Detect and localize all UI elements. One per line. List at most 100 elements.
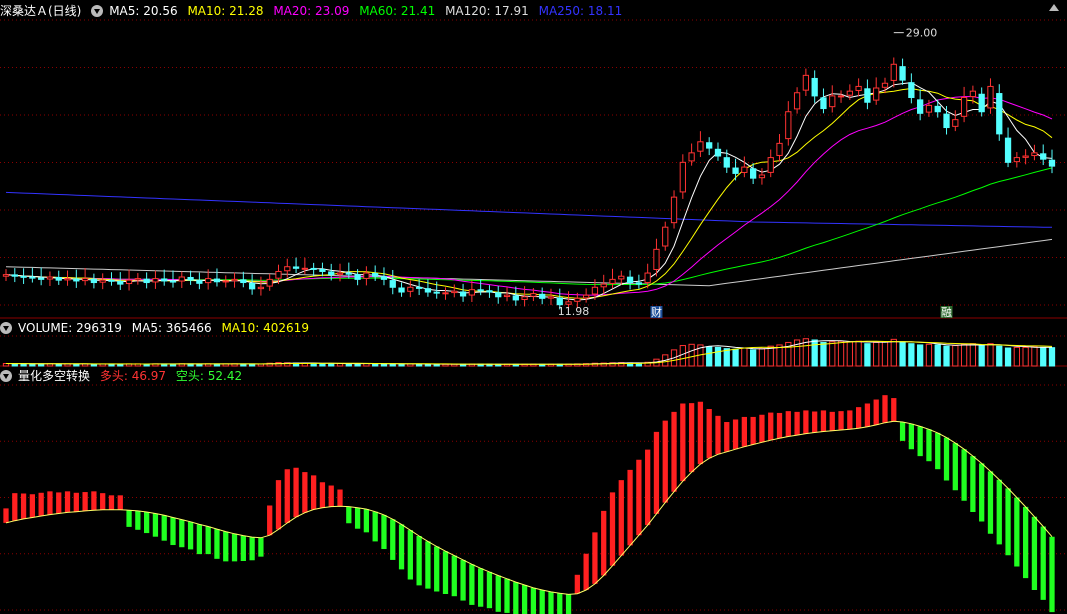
candle xyxy=(336,272,344,275)
ma20-line xyxy=(5,95,1053,296)
candle xyxy=(178,276,185,282)
candle xyxy=(55,276,62,281)
ma120-label: MA120: 17.91 xyxy=(445,4,529,18)
volume-bar xyxy=(855,340,862,367)
candle xyxy=(776,142,783,156)
candle xyxy=(688,152,695,162)
candle xyxy=(486,290,493,293)
candle xyxy=(969,90,977,98)
volume-ma5-label: MA5: 365466 xyxy=(131,321,212,335)
stock-title[interactable]: 深桑达Ａ(日线) xyxy=(0,4,81,18)
dropdown-icon[interactable] xyxy=(0,322,12,334)
volume-bar xyxy=(688,343,695,367)
candle xyxy=(319,268,326,272)
candle xyxy=(732,167,739,174)
volume-bar xyxy=(714,346,722,367)
stock-chart[interactable]: 29.00 11.98 财 融 xyxy=(0,0,1067,614)
candle xyxy=(81,278,89,282)
bull-label: 多头: 46.97 xyxy=(99,369,167,383)
volume-bar xyxy=(873,341,880,367)
candle xyxy=(662,226,669,247)
candle xyxy=(574,297,581,302)
candle xyxy=(187,276,194,281)
candle xyxy=(591,286,599,295)
candle xyxy=(266,278,273,287)
candle xyxy=(415,286,423,289)
ma250-label: MA250: 18.11 xyxy=(538,4,623,18)
price-header: 深桑达Ａ(日线) MA5: 20.56 MA10: 21.28 MA20: 23… xyxy=(0,2,628,20)
candle xyxy=(205,278,212,284)
expand-icon[interactable] xyxy=(1049,4,1059,11)
candle xyxy=(626,276,634,284)
volume-bar xyxy=(1004,347,1012,367)
candle xyxy=(706,142,713,149)
candle xyxy=(143,278,150,284)
volume-bar xyxy=(1031,346,1038,367)
candle xyxy=(539,293,546,299)
candle xyxy=(328,271,335,276)
candle xyxy=(750,168,757,179)
candle xyxy=(354,274,361,280)
candle xyxy=(213,278,221,283)
candle xyxy=(864,88,871,103)
candle xyxy=(644,272,651,283)
indicator-header: 量化多空转换 多头: 46.97 空头: 52.42 xyxy=(0,367,248,385)
volume-bar xyxy=(706,346,713,367)
volume-bar xyxy=(354,363,361,367)
candle xyxy=(372,273,379,277)
dropdown-icon[interactable] xyxy=(0,370,12,382)
candle xyxy=(389,280,396,288)
volume-label: VOLUME: 296319 xyxy=(18,321,122,335)
candle xyxy=(292,266,300,269)
candle xyxy=(1022,155,1029,158)
volume-bar xyxy=(917,344,924,367)
candle xyxy=(451,290,458,294)
candle xyxy=(99,279,106,283)
candle xyxy=(881,82,889,88)
candle xyxy=(38,277,45,280)
candle xyxy=(600,283,607,288)
volume-bar xyxy=(811,339,818,367)
candle xyxy=(890,63,897,81)
candle xyxy=(846,90,853,96)
candle xyxy=(433,291,440,294)
volume-bar xyxy=(890,338,897,367)
candle xyxy=(679,161,686,193)
volume-bar xyxy=(881,341,889,367)
volume-ma10-label: MA10: 402619 xyxy=(221,321,309,335)
candle xyxy=(987,85,994,109)
candle xyxy=(960,96,968,117)
candle xyxy=(934,105,941,113)
volume-bar xyxy=(934,344,941,367)
candle xyxy=(495,292,502,298)
candle xyxy=(301,267,308,270)
volume-bar xyxy=(952,345,959,367)
candle xyxy=(459,291,467,297)
volume-bar xyxy=(960,343,968,367)
candle xyxy=(134,278,141,281)
candle xyxy=(90,278,98,284)
volume-bar xyxy=(732,348,739,367)
candle xyxy=(345,272,352,275)
candle xyxy=(714,148,722,157)
volume-bar xyxy=(837,340,845,367)
volume-bar xyxy=(978,345,985,367)
ma60-label: MA60: 21.41 xyxy=(359,4,436,18)
candle xyxy=(196,280,203,284)
candle xyxy=(925,104,933,113)
ma10-label: MA10: 21.28 xyxy=(187,4,264,18)
candle xyxy=(1013,157,1020,163)
candle xyxy=(741,166,748,173)
volume-bar xyxy=(758,348,766,367)
event-marker: 融 xyxy=(941,306,952,319)
candle xyxy=(275,270,282,279)
candle xyxy=(1048,159,1056,167)
candle xyxy=(723,157,730,168)
candle xyxy=(152,278,159,283)
candle xyxy=(758,174,766,179)
candle xyxy=(820,97,827,110)
volume-bar xyxy=(1022,346,1029,367)
candle xyxy=(855,85,862,91)
candle xyxy=(609,278,616,284)
dropdown-icon[interactable] xyxy=(91,5,104,17)
